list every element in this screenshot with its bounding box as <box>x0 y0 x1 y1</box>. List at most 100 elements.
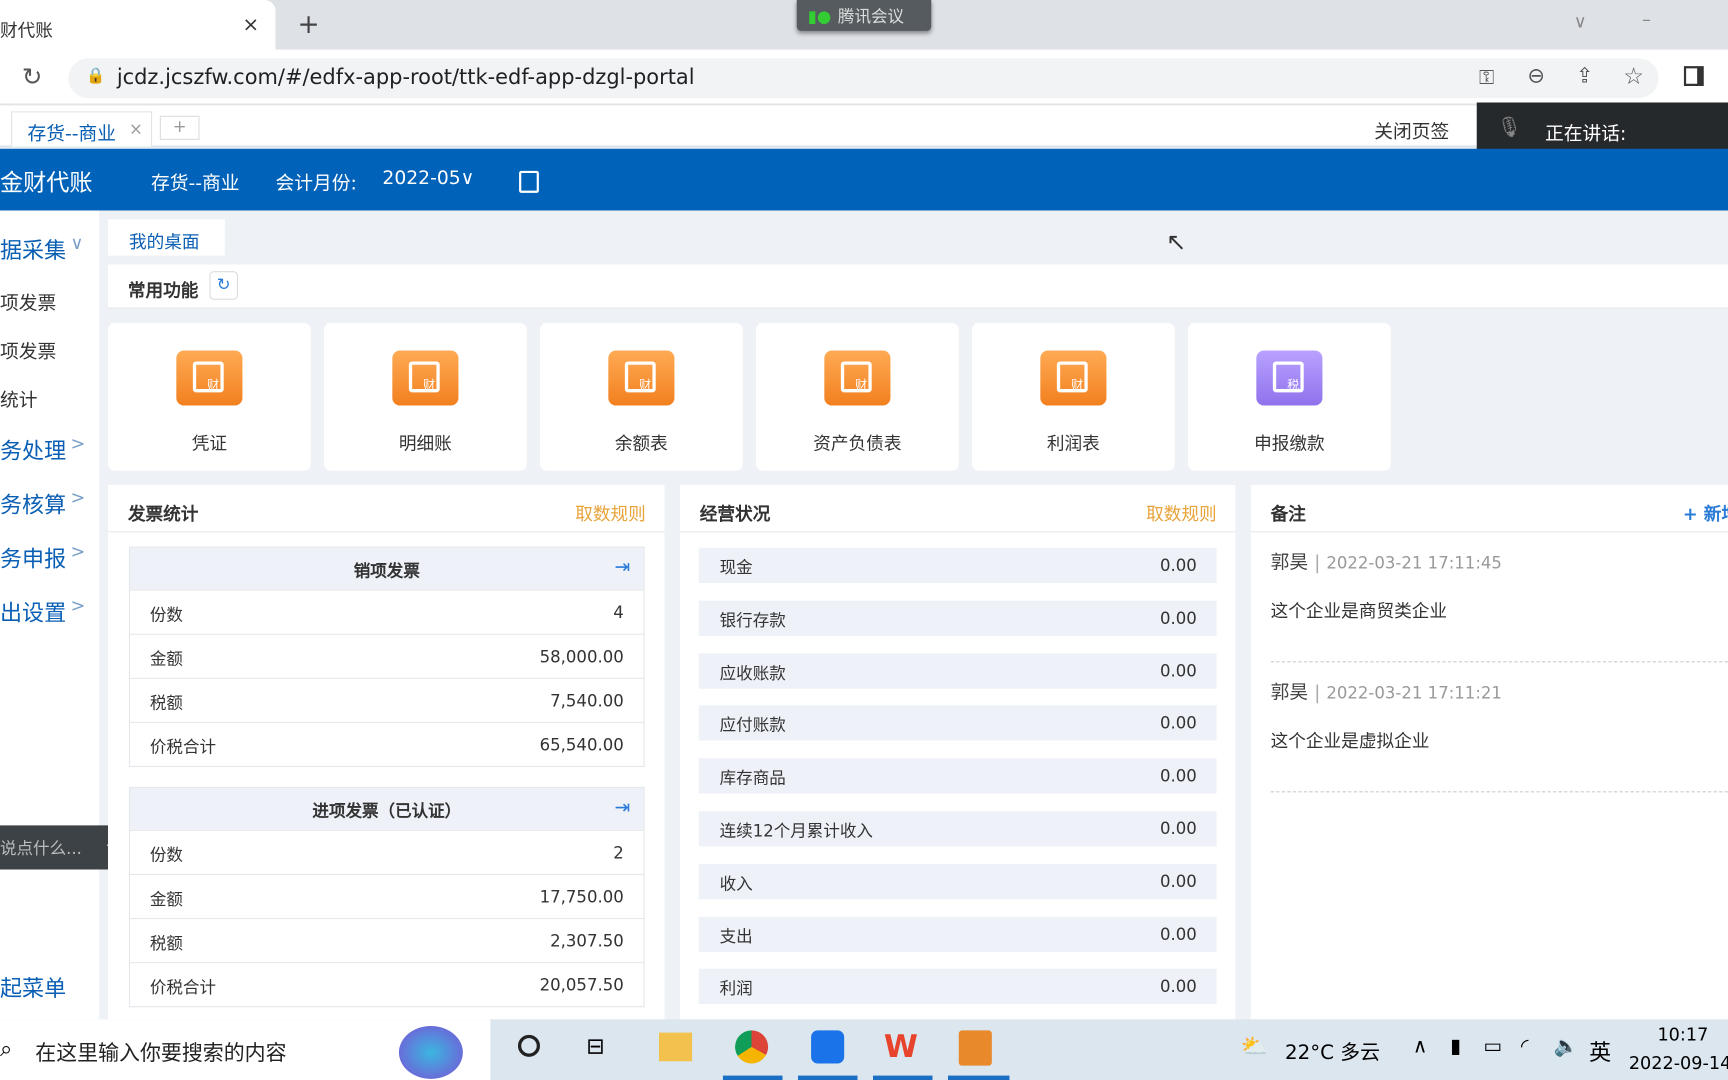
table-row: 税额 2,307.50 <box>130 917 644 962</box>
weather-icon: ⛅ <box>1240 1032 1269 1060</box>
chevron-down-icon: ∨ <box>70 232 84 254</box>
url-bar[interactable]: 🔒 jcdz.jcszfw.com/#/edfx-app-root/ttk-edf… <box>68 58 1659 99</box>
sidepanel-icon[interactable] <box>1683 66 1704 86</box>
tab-my-desktop[interactable]: 我的桌面 <box>107 219 225 256</box>
shortcut-card[interactable]: 税申报缴款 <box>1187 322 1391 471</box>
app-tab[interactable]: 存货--商业 × <box>11 111 153 147</box>
card-label: 凭证 <box>191 433 228 455</box>
taskbar: ⌕ 在这里输入你要搜索的内容 ⊟ W ⛅ 22°C 多云 ∧ ▮ ▭ ◜ 🔈 英… <box>0 1019 1728 1080</box>
sidebar-item[interactable]: 统计 <box>0 385 99 412</box>
shortcut-card[interactable]: 财明细账 <box>323 322 527 471</box>
refresh-icon[interactable]: ↻ <box>209 271 239 300</box>
note-text: 这个企业是虚拟企业 <box>1270 730 1430 752</box>
minimize-button[interactable]: – <box>1642 9 1651 30</box>
ledger-icon: 税 <box>1256 350 1323 406</box>
reload-icon[interactable]: ↻ <box>22 64 42 92</box>
chevron-up-icon[interactable]: ∧ <box>1413 1035 1428 1058</box>
notes-panel: 备注 + 新增 郭昊 | 2022-03-21 17:11:45这个企业是商贸类… <box>1250 484 1728 1020</box>
sidebar-item[interactable]: 项发票 <box>0 336 99 364</box>
table-row: 价税合计 20,057.50 <box>130 962 644 1006</box>
app-icon[interactable] <box>958 1030 992 1066</box>
shortcut-card[interactable]: 财利润表 <box>971 322 1175 471</box>
microphone-icon: 🎙 <box>1496 115 1522 139</box>
app-header: 金财代账 存货--商业 会计月份: 2022-05∨ <box>0 148 1728 211</box>
add-tab-button[interactable]: + <box>159 115 200 140</box>
invoice-stats-panel: 发票统计 取数规则 销项发票 ⇥ 份数 4 金额 58,000.00 税额 7,540.00… <box>107 484 665 1020</box>
table-row: 金额 58,000.00 <box>130 633 644 678</box>
rule-link[interactable]: 取数规则 <box>575 499 646 525</box>
volume-icon[interactable]: 🔈 <box>1554 1035 1579 1058</box>
shortcut-card[interactable]: 财凭证 <box>107 322 311 471</box>
close-icon[interactable]: × <box>129 119 143 139</box>
business-status-panel: 经营状况 取数规则 现金 0.00 银行存款 0.00 应收账款 0.00 应付账款 0.00… <box>679 484 1236 1020</box>
card-label: 申报缴款 <box>1254 433 1325 455</box>
clock-date[interactable]: 2022-09-14 <box>1629 1052 1728 1073</box>
speaking-overlay: 🎙 正在讲话: <box>1476 102 1728 156</box>
cortana-icon[interactable] <box>517 1034 540 1057</box>
close-tabs-button[interactable]: 关闭页签 <box>1374 116 1449 143</box>
key-icon[interactable]: ⚿ <box>1479 66 1494 89</box>
battery-icon[interactable]: ▭ <box>1483 1035 1502 1058</box>
sidebar-item[interactable]: 务处理 > <box>0 433 99 465</box>
purchase-invoice-table: 进项发票（已认证） ⇥ 份数 2 金额 17,750.00 税额 2,307.50 价税合计 2… <box>128 786 645 1008</box>
wps-icon[interactable]: W <box>884 1028 918 1064</box>
meeting-badge[interactable]: ▮● 腾讯会议 <box>796 0 932 31</box>
mouse-cursor-icon: ↖ <box>1165 229 1187 257</box>
browser-tab[interactable]: 财代账 × <box>0 0 276 50</box>
clock-time[interactable]: 10:17 <box>1657 1024 1708 1045</box>
list-item: 连续12个月累计收入 0.00 <box>698 811 1217 847</box>
new-tab-button[interactable]: + <box>298 9 320 40</box>
chevron-right-icon: > <box>70 433 86 455</box>
list-item: 现金 0.00 <box>698 547 1217 583</box>
common-functions-bar: 常用功能 ↻ <box>107 264 1728 309</box>
enter-icon[interactable]: ⇥ <box>615 557 631 579</box>
list-item: 库存商品 0.00 <box>698 758 1217 794</box>
rule-link[interactable]: 取数规则 <box>1146 499 1217 525</box>
card-label: 资产负债表 <box>813 433 902 455</box>
list-item: 利润 0.00 <box>698 969 1217 1005</box>
star-icon[interactable]: ☆ <box>1623 63 1644 89</box>
microphone-icon[interactable]: ▮ <box>1450 1035 1461 1058</box>
search-icon: ⌕ <box>0 1034 13 1062</box>
sidebar-item[interactable]: 项发票 <box>0 288 99 315</box>
list-item: 收入 0.00 <box>698 863 1217 900</box>
meeting-app-icon[interactable] <box>811 1030 845 1064</box>
list-item: 应付账款 0.00 <box>698 705 1217 742</box>
notes-icon[interactable] <box>519 170 539 193</box>
ledger-icon: 财 <box>392 350 459 406</box>
ledger-icon: 财 <box>608 350 675 406</box>
period-select[interactable]: 2022-05∨ <box>382 168 474 190</box>
note-header: 郭昊 | 2022-03-21 17:11:21 <box>1270 682 1502 705</box>
ledger-icon: 财 <box>176 350 243 406</box>
ime-indicator[interactable]: 英 <box>1589 1035 1611 1067</box>
list-item: 银行存款 0.00 <box>698 600 1217 636</box>
tab-search-icon[interactable]: ∨ <box>1574 11 1587 32</box>
sales-invoice-table: 销项发票 ⇥ 份数 4 金额 58,000.00 税额 7,540.00 价税合计 65,540… <box>128 546 645 768</box>
sidebar-item[interactable]: 出设置 > <box>0 595 99 627</box>
logo: 金财代账 <box>0 169 93 197</box>
enter-icon[interactable]: ⇥ <box>615 797 631 819</box>
sidebar-item[interactable]: 据采集 ∨ <box>0 233 99 265</box>
share-icon[interactable]: ⇪ <box>1576 64 1594 88</box>
table-row: 金额 17,750.00 <box>130 873 644 918</box>
collapse-menu-button[interactable]: 起菜单 <box>0 971 99 1003</box>
list-item: 支出 0.00 <box>698 916 1217 952</box>
card-label: 明细账 <box>398 433 452 455</box>
sidebar-item[interactable]: 务申报 > <box>0 541 99 573</box>
app-tab-bar <box>0 105 1728 148</box>
taskbar-search[interactable]: ⌕ 在这里输入你要搜索的内容 <box>0 1019 491 1080</box>
ledger-icon: 财 <box>1040 350 1107 406</box>
sidebar-item[interactable]: 务核算 > <box>0 487 99 519</box>
zoom-icon[interactable]: ⊖ <box>1527 64 1545 88</box>
file-explorer-icon[interactable] <box>659 1032 693 1062</box>
shortcut-card[interactable]: 财资产负债表 <box>755 322 959 471</box>
add-note-button[interactable]: + 新增 <box>1683 499 1728 525</box>
close-tab-icon[interactable]: × <box>242 13 259 36</box>
note-text: 这个企业是商贸类企业 <box>1270 600 1447 622</box>
chrome-icon[interactable] <box>735 1030 769 1064</box>
shortcut-card[interactable]: 财余额表 <box>539 322 743 471</box>
table-row: 份数 4 <box>130 589 644 634</box>
wifi-icon[interactable]: ◜ <box>1521 1035 1529 1058</box>
task-view-icon[interactable]: ⊟ <box>586 1033 604 1059</box>
company-name[interactable]: 存货--商业 <box>151 168 239 195</box>
